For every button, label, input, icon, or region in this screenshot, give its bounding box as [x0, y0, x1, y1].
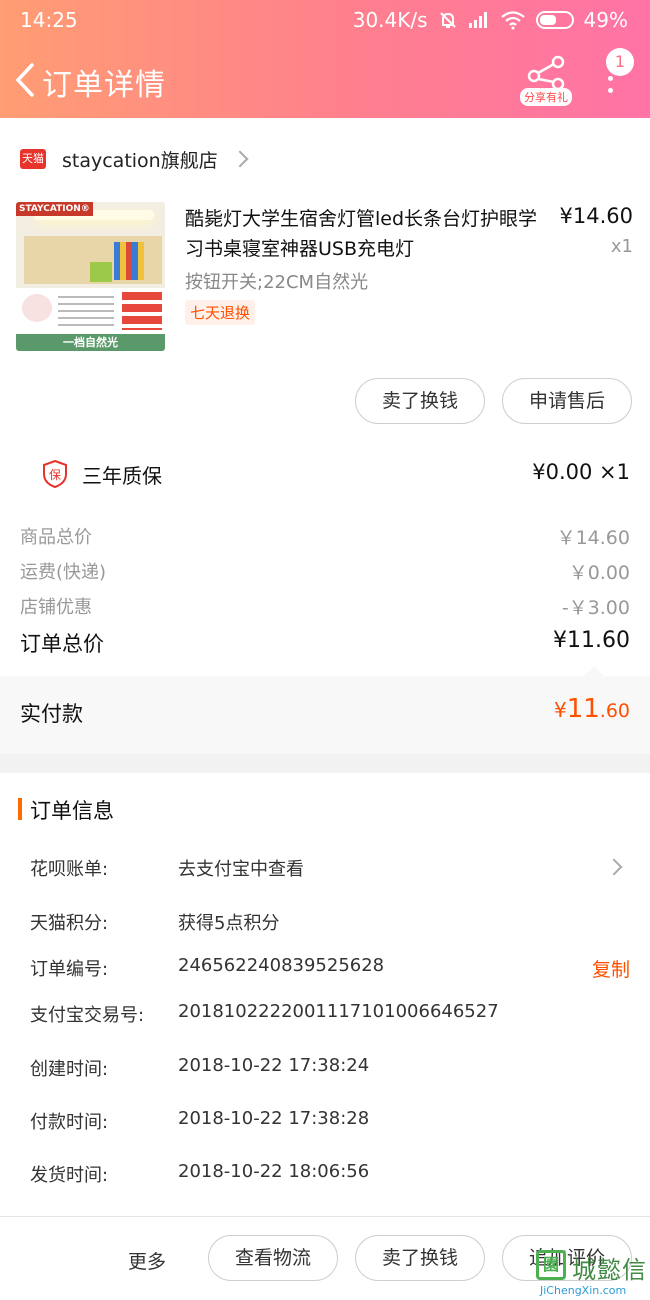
section-accent-bar	[18, 798, 22, 820]
watermark-text: 城懿信	[572, 1256, 647, 1284]
created-row: 创建时间: 2018-10-22 17:38:24	[30, 1055, 630, 1083]
copy-button[interactable]: 复制	[592, 955, 630, 982]
chevron-right-icon	[231, 150, 249, 168]
payment-time-label: 付款时间:	[30, 1112, 109, 1133]
chevron-left-icon[interactable]	[10, 62, 40, 98]
shipped-value: 2018-10-22 18:06:56	[178, 1161, 370, 1182]
shield-icon: 保	[43, 460, 67, 488]
order-number-label: 订单编号:	[30, 959, 109, 980]
more-button[interactable]: 更多	[128, 1247, 166, 1274]
navbar: 订单详情 分享有礼 1	[0, 48, 650, 110]
goods-total-row: 商品总价 ￥14.60	[20, 523, 630, 551]
order-info-card: 订单信息 花呗账单: 去支付宝中查看 天猫积分: 获得5点积分 订单编号: 24…	[0, 773, 650, 1216]
huabei-row[interactable]: 花呗账单: 去支付宝中查看	[30, 855, 630, 883]
product-spec: 按钮开关;22CM自然光	[185, 272, 369, 293]
product-quantity: x1	[610, 236, 633, 257]
battery-level: 49%	[583, 8, 628, 32]
order-total-label: 订单总价	[20, 632, 104, 656]
tmall-badge: 天猫	[20, 149, 46, 169]
discount-row: 店铺优惠 -￥3.00	[20, 593, 630, 621]
wifi-icon	[500, 11, 525, 30]
warranty-label: 三年质保	[82, 464, 162, 488]
status-indicators: 30.4K/s 49%	[353, 8, 628, 32]
shipped-row: 发货时间: 2018-10-22 18:06:56	[30, 1161, 630, 1189]
thumb-books	[114, 242, 144, 280]
product-title[interactable]: 酷毙灯大学生宿舍灯管led长条台灯护眼学习书桌寝室神器USB充电灯	[185, 204, 540, 264]
paid-label: 实付款	[20, 702, 83, 726]
bell-off-icon	[439, 12, 456, 28]
huabei-value: 去支付宝中查看	[178, 859, 304, 880]
watermark-url: JiChengXin.com	[540, 1284, 627, 1297]
shop-row[interactable]: 天猫 staycation旗舰店	[20, 144, 249, 174]
goods-total-label: 商品总价	[20, 527, 92, 548]
thumb-brand: STAYCATION®	[16, 202, 93, 216]
notification-badge: 1	[606, 48, 634, 76]
battery-icon	[535, 11, 574, 29]
thumb-info	[16, 288, 165, 334]
section-title: 订单信息	[30, 799, 114, 823]
watermark: 園 城懿信 JiChengXin.com	[532, 1246, 650, 1300]
shop-name: staycation旗舰店	[62, 149, 218, 172]
order-number-row: 订单编号: 246562240839525628 复制	[30, 955, 630, 983]
sell-bottom-button[interactable]: 卖了换钱	[355, 1235, 485, 1281]
sell-button[interactable]: 卖了换钱	[355, 378, 485, 424]
discount-label: 店铺优惠	[20, 597, 92, 618]
order-total-row: 订单总价 ¥11.60	[20, 628, 630, 656]
shipped-label: 发货时间:	[30, 1165, 109, 1186]
after-sale-button[interactable]: 申请售后	[502, 378, 632, 424]
thumb-cube	[90, 262, 112, 282]
order-total-value: ¥11.60	[553, 628, 630, 653]
created-value: 2018-10-22 17:38:24	[178, 1055, 370, 1076]
shipping-value: ￥0.00	[568, 562, 630, 584]
huabei-label: 花呗账单:	[30, 859, 109, 880]
product-price: ¥14.60	[559, 204, 633, 228]
network-speed: 30.4K/s	[352, 8, 428, 32]
signal-icon	[468, 12, 487, 28]
status-time: 14:25	[20, 8, 78, 32]
product-thumbnail[interactable]: STAYCATION® 一档自然光	[16, 202, 165, 351]
goods-total-value: ￥14.60	[556, 527, 630, 549]
logistics-button[interactable]: 查看物流	[208, 1235, 338, 1281]
chevron-right-icon	[605, 858, 623, 876]
payment-time-row: 付款时间: 2018-10-22 17:38:28	[30, 1108, 630, 1136]
page-title: 订单详情	[42, 68, 166, 103]
created-label: 创建时间:	[30, 1059, 109, 1080]
order-number-value: 246562240839525628	[178, 955, 385, 976]
warranty-value: ¥0.00 ×1	[532, 460, 630, 484]
return-policy-tag: 七天退换	[185, 300, 256, 325]
shield-text: 保	[49, 468, 61, 482]
discount-value: -￥3.00	[561, 597, 630, 619]
order-card: 天猫 staycation旗舰店 STAYCATION® 一档自然光 酷毙灯大学…	[0, 118, 650, 754]
alipay-label: 支付宝交易号:	[30, 1005, 145, 1026]
alipay-value: 2018102222001117101006646527	[178, 1001, 499, 1022]
shipping-row: 运费(快递) ￥0.00	[20, 558, 630, 586]
header: 14:25 30.4K/s 49% 订单详情 分享有礼 1	[0, 0, 650, 118]
paid-amount-row: 实付款 ¥11.60	[0, 666, 650, 754]
points-row: 天猫积分: 获得5点积分	[30, 909, 630, 937]
share-label[interactable]: 分享有礼	[520, 88, 572, 106]
watermark-logo-icon: 園	[536, 1250, 566, 1280]
thumb-caption: 一档自然光	[16, 334, 165, 351]
payment-time-value: 2018-10-22 17:38:28	[178, 1108, 370, 1129]
points-value: 获得5点积分	[178, 913, 280, 934]
paid-value: ¥11.60	[553, 694, 630, 724]
points-label: 天猫积分:	[30, 913, 109, 934]
shipping-label: 运费(快递)	[20, 562, 107, 583]
alipay-row: 支付宝交易号: 2018102222001117101006646527	[30, 1001, 630, 1029]
status-bar: 14:25 30.4K/s 49%	[0, 0, 650, 40]
